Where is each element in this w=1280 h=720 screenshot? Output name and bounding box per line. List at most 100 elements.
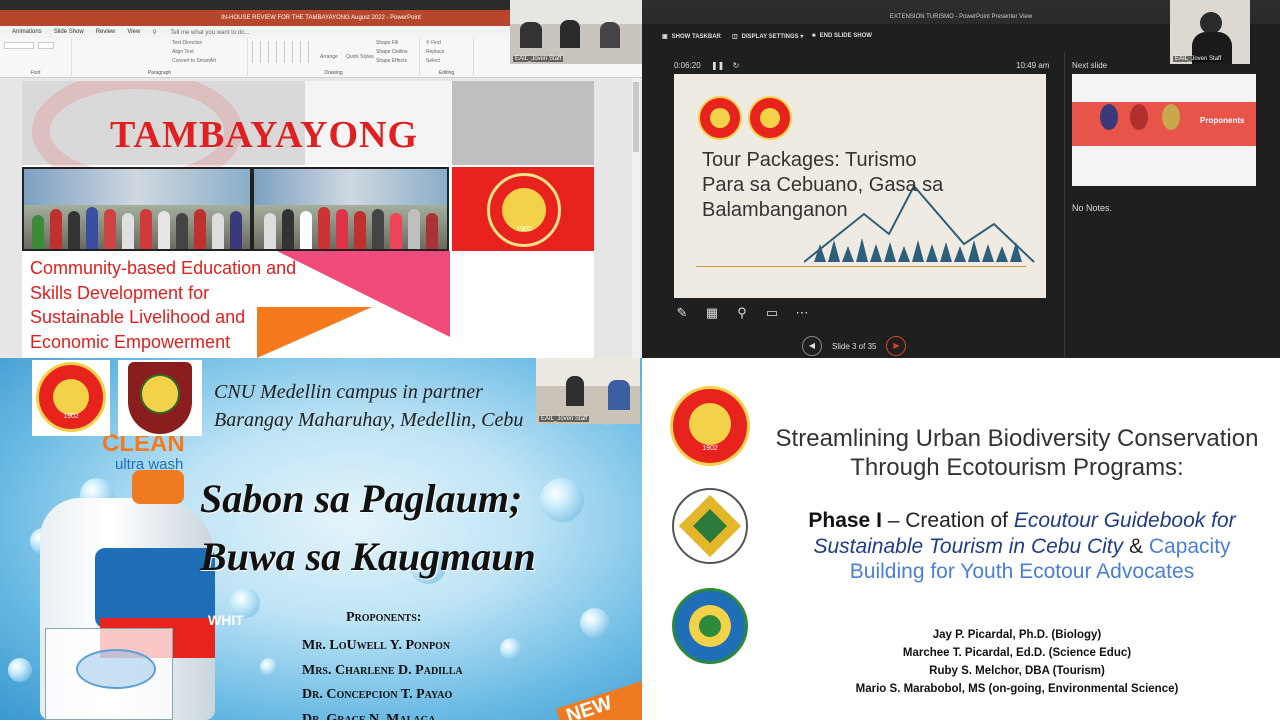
display-settings-label: DISPLAY SETTINGS ▾ (741, 34, 804, 40)
tambayayong-slide[interactable]: TAMBAYAYONG 1902 Community-based Educati… (22, 81, 594, 358)
slide-navigation: ◀ Slide 3 of 35 ▶ (802, 336, 907, 356)
detergent-scoop (45, 628, 173, 720)
current-slide[interactable]: Tour Packages: Turismo Para sa Cebuano, … (674, 74, 1046, 298)
shapes-gallery[interactable] (252, 41, 314, 63)
taskbar-icon: ▣ (662, 34, 668, 40)
author: Jay P. Picardal, Ph.D. (Biology) (932, 629, 1102, 641)
person (104, 209, 116, 249)
person (194, 209, 206, 249)
research-seal-icon (672, 488, 748, 564)
person (264, 213, 276, 249)
select-button[interactable]: Select (426, 58, 440, 64)
tab-slide-show[interactable]: Slide Show (54, 29, 84, 35)
person (354, 211, 366, 249)
tab-view[interactable]: View (127, 29, 140, 35)
title-line: Balambanganon (702, 199, 848, 221)
shape-fill-button[interactable]: Shape Fill (376, 40, 398, 46)
pen-icon[interactable]: ✎ (674, 305, 690, 321)
slide-title: Streamlining Urban Biodiversity Conserva… (772, 425, 1262, 482)
current-slide-title: Tour Packages: Turismo Para sa Cebuano, … (702, 148, 943, 223)
group-photo-right (252, 167, 449, 251)
grid-icon[interactable]: ▦ (704, 305, 720, 321)
next-icon[interactable]: ▶ (886, 336, 907, 356)
font-name-box[interactable] (4, 42, 34, 49)
tab-review[interactable]: Review (96, 29, 116, 35)
cam-person (608, 380, 630, 410)
presenter-tools: ✎ ▦ ⚲ ▭ ⋯ (674, 305, 810, 321)
proponent-photo (1100, 104, 1118, 130)
show-taskbar-button[interactable]: ▣ SHOW TASKBAR (662, 33, 721, 41)
person (176, 213, 188, 249)
phase-dash: – Creation of (881, 509, 1014, 532)
next-slide-heading: Proponents (1200, 116, 1245, 125)
person (32, 215, 44, 249)
more-icon[interactable]: ⋯ (794, 305, 810, 321)
convert-smartart-button[interactable]: Convert to SmartArt (172, 58, 216, 64)
paragraph-group-label: Paragraph (147, 70, 172, 76)
cnu-seal-icon: 1902 (36, 362, 106, 432)
cam-label: EAIL_Joven Staff (539, 416, 590, 422)
pause-icon[interactable]: ❚❚ (711, 61, 724, 70)
title-line: Para sa Cebuano, Gasa sa (702, 174, 944, 196)
seal-core (699, 615, 721, 637)
person (390, 213, 402, 249)
prev-icon[interactable]: ◀ (802, 336, 822, 356)
align-text-button[interactable]: Align Text (172, 49, 194, 55)
photo-wall (24, 169, 250, 205)
proponent-name: Mrs. Charlene D. Padilla (302, 662, 463, 678)
reset-icon[interactable]: ↻ (733, 61, 740, 70)
proponent-name: Dr. Concepcion T. Payao (302, 687, 453, 702)
scrollbar-thumb[interactable] (633, 82, 639, 152)
person (140, 209, 152, 249)
replace-button[interactable]: Replace (426, 49, 444, 55)
biodiversity-slide[interactable]: 1902 Streamlining Urban Biodiversity Con… (642, 358, 1280, 720)
cam-person (600, 22, 620, 48)
tab-animations[interactable]: Animations (12, 29, 42, 35)
cam-person (560, 20, 580, 48)
person (122, 213, 134, 249)
arrange-button[interactable]: Arrange (320, 54, 338, 60)
next-slide-preview[interactable]: Proponents (1072, 74, 1256, 186)
tell-me-search[interactable]: ⚲ Tell me what you want to do... (152, 29, 249, 36)
gold-rule (696, 266, 1026, 267)
shape-effects-button[interactable]: Shape Effects (376, 58, 407, 64)
bubble (580, 608, 610, 638)
bottle-label (95, 548, 215, 628)
vertical-scrollbar[interactable] (632, 78, 640, 358)
phase-label: Phase I (808, 509, 882, 532)
author: Mario S. Marabobol, MS (on-going, Enviro… (855, 683, 1179, 695)
shape-outline-button[interactable]: Shape Outline (376, 49, 408, 55)
slide-counter: Slide 3 of 35 (832, 341, 877, 351)
cnu-seal-icon: 1902 (487, 173, 561, 247)
phase-description: Phase I – Creation of Ecoutour Guidebook… (782, 508, 1262, 585)
show-taskbar-label: SHOW TASKBAR (671, 33, 721, 40)
drawing-group: Arrange Quick Styles Shape Fill Shape Ou… (248, 38, 420, 78)
font-size-box[interactable] (38, 42, 54, 49)
quick-styles-button[interactable]: Quick Styles (346, 54, 374, 60)
title-line: Through Ecotourism Programs: (850, 453, 1184, 481)
display-settings-button[interactable]: ◫ DISPLAY SETTINGS ▾ (732, 33, 803, 40)
barangay-shield-icon (128, 362, 192, 434)
bubble (540, 478, 584, 522)
pane-divider[interactable] (1064, 52, 1065, 358)
clock: 10:49 am (1016, 61, 1050, 70)
end-slide-show-button[interactable]: ■ END SLIDE SHOW (812, 33, 872, 39)
person (408, 209, 420, 249)
partnership-text: CNU Medellin campus in partner Barangay … (214, 378, 523, 434)
screen-icon[interactable]: ▭ (764, 305, 780, 321)
webcam-thumbnail-room: EAIL_Joven Staff (510, 0, 642, 64)
product-white-text: WHIT (208, 612, 244, 628)
magnifier-icon[interactable]: ⚲ (734, 305, 750, 321)
seal-inner (710, 108, 730, 128)
product-subbrand: ultra wash (115, 456, 184, 473)
cam-person (520, 22, 542, 48)
text-direction-button[interactable]: Text Direction (172, 40, 202, 46)
cnu-seal-icon (748, 96, 792, 140)
person (318, 207, 330, 249)
proponent-photo (1130, 104, 1148, 130)
grey-block (452, 81, 594, 165)
partner-line: CNU Medellin campus in partner (214, 381, 483, 403)
find-button[interactable]: ⚲ Find (426, 40, 441, 46)
cnu-logo: 1902 (670, 386, 750, 468)
cam-label: EAIL_Joven Staff (1173, 56, 1224, 62)
